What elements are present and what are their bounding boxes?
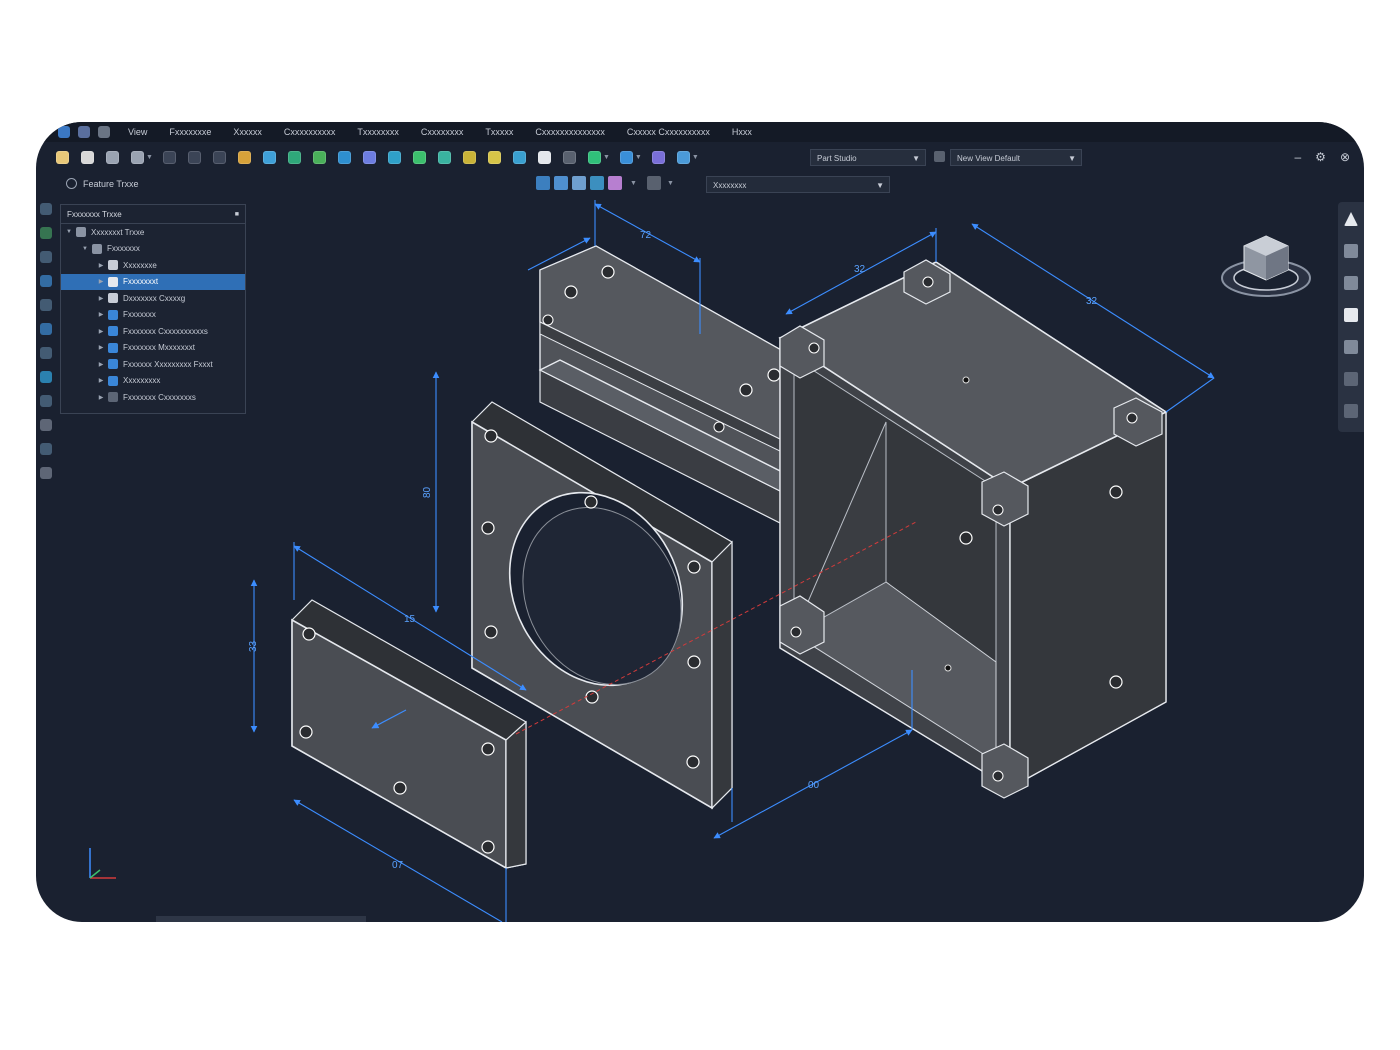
dim-housing-top-long: 32 [1086,296,1098,307]
pan-icon[interactable] [1344,276,1358,290]
render-mode-icon[interactable] [1344,404,1358,418]
zoom-fit-icon[interactable] [1344,308,1358,322]
view-cube[interactable] [1216,222,1326,317]
dim-plate-height: 80 [422,486,433,498]
dim-cover-length: 07 [392,860,404,871]
dim-cover-width: 15 [404,614,416,625]
model-viewport[interactable]: 72 32 32 80 15 33 07 00 [36,122,1364,922]
dim-cover-height: 33 [248,640,259,652]
right-tool-strip [1338,202,1364,432]
status-bar [156,916,366,922]
perspective-icon[interactable] [1344,212,1358,226]
zoom-icon[interactable] [1344,340,1358,354]
section-icon[interactable] [1344,372,1358,386]
housing-box-part[interactable] [778,259,1168,799]
dim-housing-top-short: 32 [854,264,866,275]
dim-top-width: 72 [640,230,652,241]
axis-triad [89,848,116,879]
dim-housing-bottom: 00 [808,780,820,791]
cad-application-window: View Fxxxxxxxe Xxxxxx Cxxxxxxxxxx Txxxxx… [36,122,1364,922]
view-cube-icon[interactable] [1216,222,1326,312]
orbit-icon[interactable] [1344,244,1358,258]
